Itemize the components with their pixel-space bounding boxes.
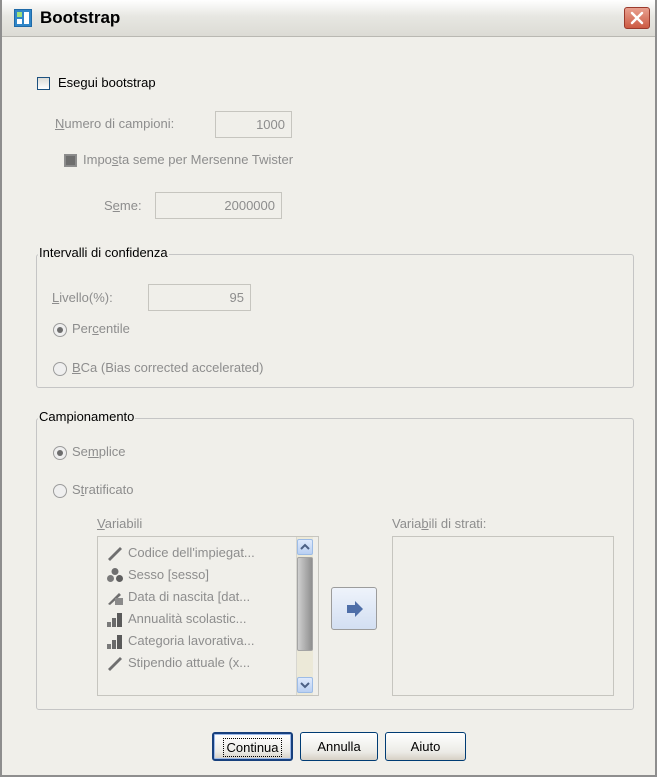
simple-radio[interactable] [53, 446, 67, 460]
perform-bootstrap-checkbox[interactable] [37, 77, 50, 90]
list-item[interactable]: Codice dell'impiegat... [106, 542, 255, 564]
close-icon [630, 11, 644, 25]
close-button[interactable] [624, 7, 650, 29]
list-item[interactable]: Annualità scolastic... [106, 608, 247, 630]
bca-label: BCa (Bias corrected accelerated) [72, 360, 264, 375]
strata-variables-listbox[interactable] [392, 536, 614, 696]
list-item[interactable]: Stipendio attuale (x... [106, 652, 250, 674]
ordinal-icon [106, 633, 124, 649]
variables-listbox[interactable]: Codice dell'impiegat... Sesso [sesso] Da… [97, 536, 319, 696]
set-seed-checkbox[interactable] [64, 154, 77, 167]
variables-scrollbar[interactable] [296, 537, 313, 695]
list-item-label: Sesso [sesso] [128, 567, 209, 582]
help-button[interactable]: Aiuto [385, 732, 466, 761]
perform-bootstrap-label[interactable]: Esegui bootstrap [58, 75, 156, 90]
title-bar[interactable]: Bootstrap [2, 0, 655, 37]
num-samples-label: Numero di campioni: [55, 116, 175, 131]
spss-app-icon [14, 9, 32, 27]
list-item[interactable]: Data di nascita [dat... [106, 586, 250, 608]
continue-button-label: Continua [223, 738, 282, 757]
bca-radio[interactable] [53, 362, 67, 376]
scale-icon [106, 655, 124, 671]
stratified-radio[interactable] [53, 484, 67, 498]
list-item-label: Categoria lavorativa... [128, 633, 255, 648]
move-to-strata-button[interactable] [331, 587, 377, 630]
scroll-down-icon [300, 682, 310, 689]
window-title: Bootstrap [40, 8, 121, 27]
simple-label: Semplice [72, 444, 126, 459]
num-samples-input[interactable]: 1000 [215, 111, 292, 138]
percentile-label: Percentile [72, 321, 130, 336]
date-scale-icon [106, 589, 124, 605]
nominal-icon [106, 567, 124, 583]
list-item[interactable]: Categoria lavorativa... [106, 630, 254, 652]
ordinal-icon [106, 611, 124, 627]
scale-icon [106, 545, 124, 561]
continue-button[interactable]: Continua [212, 732, 293, 761]
seed-label: Seme: [104, 198, 142, 213]
seed-input[interactable]: 2000000 [155, 192, 282, 219]
set-seed-label: Imposta seme per Mersenne Twister [83, 152, 294, 167]
cancel-button[interactable]: Annulla [300, 732, 378, 761]
bootstrap-dialog: Bootstrap Esegui bootstrap Numero di cam… [0, 0, 657, 777]
level-input[interactable]: 95 [148, 284, 251, 311]
scroll-down-button[interactable] [297, 677, 313, 693]
list-item[interactable]: Sesso [sesso] [106, 564, 209, 586]
list-item-label: Stipendio attuale (x... [128, 655, 251, 670]
confidence-intervals-title: Intervalli di confidenza [38, 245, 169, 260]
list-item-label: Data di nascita [dat... [128, 589, 251, 604]
scroll-up-icon [300, 543, 310, 550]
level-label: Livello(%): [52, 290, 113, 305]
list-item-label: Annualità scolastic... [128, 611, 247, 626]
stratified-label: Stratificato [72, 482, 134, 497]
scroll-thumb[interactable] [297, 557, 313, 651]
variables-label: Variabili [97, 516, 143, 531]
percentile-radio[interactable] [53, 323, 67, 337]
sampling-title: Campionamento [38, 409, 136, 424]
scroll-up-button[interactable] [297, 539, 313, 555]
arrow-right-icon [347, 601, 363, 617]
list-item-label: Codice dell'impiegat... [128, 545, 255, 560]
strata-variables-label: Variabili di strati: [392, 516, 487, 531]
